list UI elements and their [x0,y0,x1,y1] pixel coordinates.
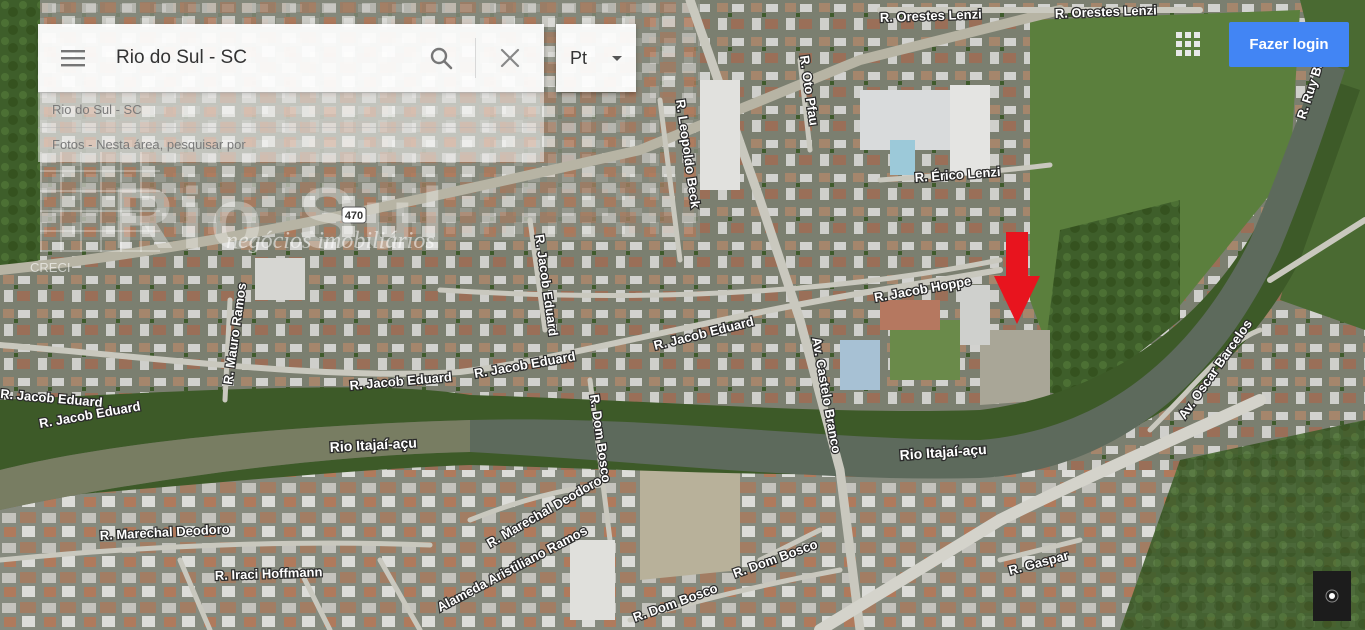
bare-ground-2 [980,330,1050,405]
language-selector[interactable]: Pt [556,24,636,92]
suggestion-item[interactable]: Fotos - Nesta área, pesquisar por [38,127,544,162]
bare-ground [640,470,740,580]
search-box [38,24,544,92]
highway-marker: 470 [341,206,367,224]
menu-button[interactable] [38,24,108,92]
compass-icon [1325,589,1339,603]
svg-text:470: 470 [345,210,363,222]
close-icon [500,48,520,68]
language-value: Pt [570,47,588,68]
apps-grid-icon [1176,32,1182,38]
clear-search-button[interactable] [476,24,544,92]
search-input[interactable] [108,38,407,78]
apps-grid-button[interactable] [1172,28,1204,60]
suggestion-item[interactable]: Rio do Sul - SC [38,92,544,127]
compass-button[interactable] [1313,571,1351,621]
forest-west [0,0,40,270]
hamburger-menu-icon [61,50,85,67]
login-button[interactable]: Fazer login [1229,22,1349,67]
search-button[interactable] [407,24,475,92]
search-suggestions: Rio do Sul - SC Fotos - Nesta área, pesq… [38,92,544,162]
search-icon [430,47,453,70]
chevron-down-icon [612,55,622,61]
